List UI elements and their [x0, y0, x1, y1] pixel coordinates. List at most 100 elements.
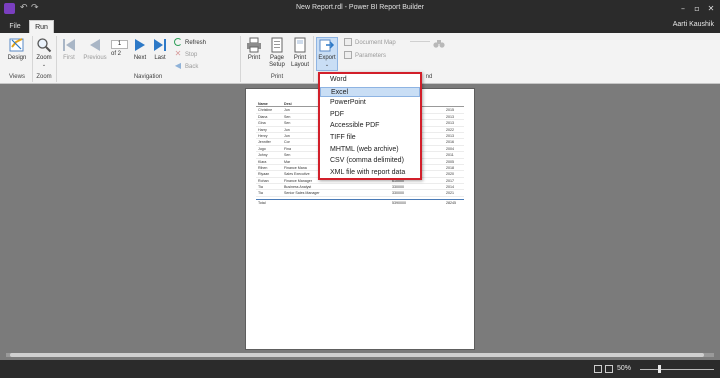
table-cell: Klara: [258, 159, 267, 164]
design-icon: [9, 38, 24, 52]
horizontal-scrollbar[interactable]: [0, 350, 720, 360]
table-cell: 2022: [446, 127, 454, 132]
parameters-button[interactable]: Parameters: [344, 51, 386, 61]
table-cell: 2020: [446, 172, 454, 177]
first-page-button[interactable]: First: [60, 37, 78, 62]
table-cell: Harry: [258, 127, 267, 132]
ribbon-separator: [32, 36, 33, 82]
export-menu-item-word[interactable]: Word: [320, 75, 420, 85]
zoom-button[interactable]: Zoom ⌄: [34, 37, 54, 69]
document-map-icon: [344, 38, 352, 47]
table-cell: Rihen: [258, 165, 268, 170]
export-menu-item-powerpoint[interactable]: PowerPoint: [320, 98, 420, 108]
document-map-button[interactable]: Document Map: [344, 38, 396, 48]
print-layout-icon: [294, 37, 306, 53]
parameters-icon: [344, 51, 352, 60]
table-cell: Fina: [284, 146, 291, 151]
refresh-icon: [174, 38, 182, 47]
table-total-row: Total 5390000 28245: [256, 198, 464, 205]
find-button[interactable]: [432, 39, 446, 51]
zoom-slider-thumb[interactable]: [658, 365, 661, 373]
vertical-scrollbar[interactable]: [714, 89, 720, 350]
scrollbar-thumb[interactable]: [10, 353, 704, 357]
print-layout-button[interactable]: Print Layout: [290, 37, 310, 69]
export-menu-item-tiff[interactable]: TIFF file: [320, 133, 420, 143]
export-menu-item-accessible-pdf[interactable]: Accessible PDF: [320, 121, 420, 131]
table-cell: 2004: [446, 146, 454, 151]
table-cell: 2016: [446, 140, 454, 145]
export-menu-item-excel[interactable]: Excel: [320, 86, 420, 97]
chevron-down-icon: ⌄: [41, 62, 47, 68]
table-cell: Jun: [284, 127, 290, 132]
table-cell: 2013: [446, 114, 454, 119]
page-setup-button[interactable]: Page Setup: [266, 37, 288, 69]
magnifier-icon: [37, 38, 52, 53]
ribbon-separator: [56, 36, 57, 82]
tab-file[interactable]: File: [2, 20, 28, 33]
export-icon: [319, 39, 335, 52]
printer-icon: [247, 37, 261, 53]
back-button[interactable]: ◀ Back: [174, 62, 198, 72]
table-cell: 2014: [446, 185, 454, 190]
table-cell: Senior Sales Manager: [284, 191, 320, 196]
export-button[interactable]: Export ⌄: [317, 37, 337, 69]
table-cell: 330000: [392, 185, 404, 190]
page-number-input[interactable]: 1: [111, 40, 128, 49]
table-cell: Jugo: [258, 146, 266, 151]
table-cell: 2021: [446, 191, 454, 196]
zoom-level: 50%: [617, 365, 632, 372]
group-label-print: Print: [270, 74, 284, 80]
user-name[interactable]: Aarti Kaushik: [673, 21, 714, 28]
export-menu-item-pdf[interactable]: PDF: [320, 110, 420, 120]
table-cell: 2015: [446, 108, 454, 113]
next-page-icon: [135, 39, 145, 51]
window-title: New Report.rdl - Power BI Report Builder: [296, 4, 424, 11]
export-menu-item-mhtml[interactable]: MHTML (web archive): [320, 145, 420, 155]
design-button[interactable]: Design: [4, 37, 30, 62]
ribbon-separator: [240, 36, 241, 82]
table-cell: 2018: [446, 165, 454, 170]
minimize-icon[interactable]: –: [676, 2, 690, 15]
back-arrow-icon: ◀: [174, 61, 182, 71]
last-page-button[interactable]: Last: [151, 37, 169, 62]
table-cell: Henry: [258, 133, 268, 138]
table-cell: Riyaan: [258, 172, 270, 177]
page-setup-icon: [271, 37, 283, 53]
table-cell: Rohan: [258, 178, 269, 183]
close-icon[interactable]: ✕: [704, 2, 718, 15]
table-cell: Jun: [284, 133, 290, 138]
fit-page-icon[interactable]: [605, 365, 613, 373]
print-button[interactable]: Print: [244, 37, 264, 62]
binoculars-icon: [433, 40, 445, 48]
table-cell: Finance Mana: [284, 165, 307, 170]
refresh-button[interactable]: Refresh: [174, 38, 206, 48]
tab-run[interactable]: Run: [29, 20, 54, 33]
table-cell: 2013: [446, 121, 454, 126]
table-cell: 330000: [392, 191, 404, 196]
table-cell: Sales Executive: [284, 172, 310, 177]
table-cell: Finance Manager: [284, 178, 312, 183]
stop-button[interactable]: ✕ Stop: [174, 50, 198, 60]
table-cell: 2017: [446, 178, 454, 183]
last-page-icon: [154, 39, 166, 51]
title-bar: ↶ ↷ New Report.rdl - Power BI Report Bui…: [0, 0, 720, 18]
table-cell: Jun: [284, 108, 290, 113]
previous-page-icon: [90, 39, 100, 51]
table-row: Tia Senior Sales Manager 330000 2021: [256, 190, 464, 197]
maximize-icon[interactable]: ▫: [690, 2, 704, 15]
table-cell: Sen: [284, 153, 291, 158]
export-menu-item-csv[interactable]: CSV (comma delimited): [320, 156, 420, 166]
table-cell: Christine: [258, 108, 273, 113]
previous-page-button[interactable]: Previous: [82, 37, 108, 62]
status-bar: 50%: [0, 360, 720, 378]
export-menu-item-xml[interactable]: XML file with report data: [320, 168, 420, 178]
table-cell: Cor: [284, 140, 290, 145]
table-cell: Diana: [258, 114, 268, 119]
ribbon-separator: [313, 36, 314, 82]
page-view-icon[interactable]: [594, 365, 602, 373]
zoom-slider[interactable]: [640, 369, 714, 370]
find-text-box[interactable]: [410, 41, 430, 45]
table-cell: Johny: [258, 153, 268, 158]
table-cell: 2013: [446, 133, 454, 138]
next-page-button[interactable]: Next: [131, 37, 149, 62]
